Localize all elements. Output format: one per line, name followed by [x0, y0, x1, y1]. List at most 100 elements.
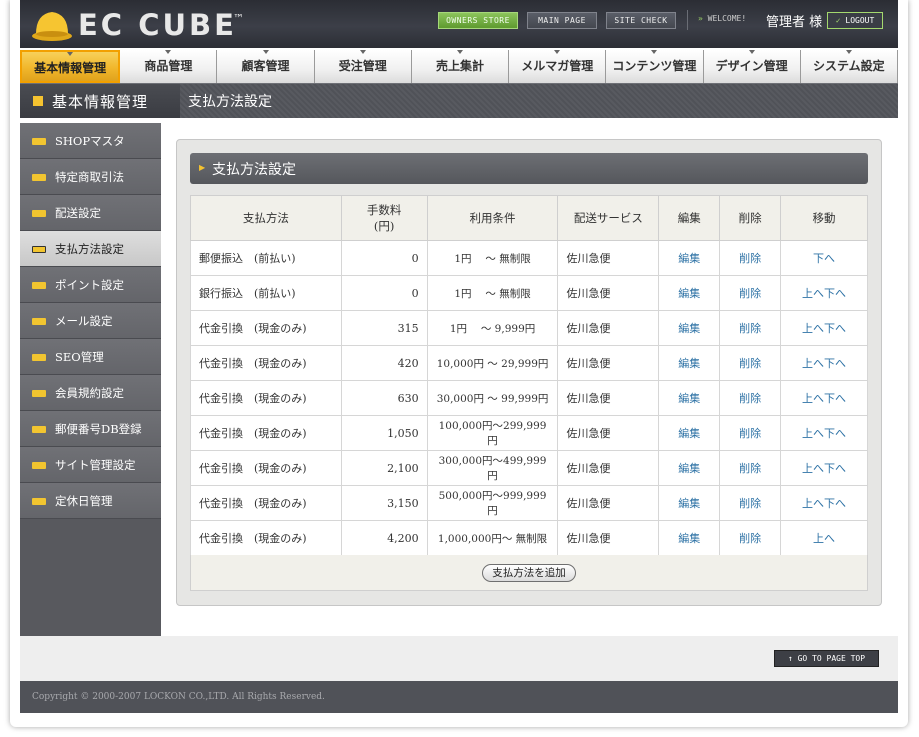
nav-item-system[interactable]: システム設定 [800, 50, 898, 83]
edit-link[interactable]: 編集 [658, 450, 721, 486]
sidebar-item-point[interactable]: ポイント設定 [20, 267, 161, 303]
owners-store-button[interactable]: OWNERS STORE [438, 12, 518, 29]
section-title: 基本情報管理 [52, 93, 149, 111]
header-delete: 削除 [719, 195, 782, 241]
chevron-right-icon: » [698, 14, 703, 23]
go-to-page-top-button[interactable]: ↑ GO TO PAGE TOP [774, 650, 879, 667]
move-cell: 上へ下へ [780, 310, 868, 346]
move-up-link[interactable]: 上へ [802, 357, 824, 370]
footer: Copyright © 2000-2007 LOCKON CO.,LTD. Al… [20, 681, 898, 713]
main-page-button[interactable]: MAIN PAGE [527, 12, 597, 29]
header-method: 支払方法 [190, 195, 342, 241]
site-check-button[interactable]: SITE CHECK [606, 12, 676, 29]
nav-item-mail-magazine[interactable]: メルマガ管理 [509, 50, 607, 83]
move-down-link[interactable]: 下へ [824, 427, 846, 440]
move-down-link[interactable]: 下へ [824, 322, 846, 335]
move-down-link[interactable]: 下へ [824, 357, 846, 370]
arrow-up-icon: ↑ [787, 654, 793, 663]
move-cell: 上へ下へ [780, 275, 868, 311]
move-cell: 上へ [780, 520, 868, 556]
edit-link[interactable]: 編集 [658, 380, 721, 416]
delete-link[interactable]: 削除 [719, 240, 782, 276]
move-up-link[interactable]: 上へ [802, 322, 824, 335]
move-up-link[interactable]: 上へ [802, 287, 824, 300]
move-up-link[interactable]: 上へ [802, 462, 824, 475]
sidebar-item-label: サイト管理設定 [55, 458, 136, 472]
panel-title: 支払方法設定 [212, 162, 296, 178]
sidebar-item-mail[interactable]: メール設定 [20, 303, 161, 339]
delete-link[interactable]: 削除 [719, 485, 782, 521]
move-down-link[interactable]: 下へ [824, 497, 846, 510]
sidebar-item-site-admin[interactable]: サイト管理設定 [20, 447, 161, 483]
move-down-link[interactable]: 下へ [824, 462, 846, 475]
move-up-link[interactable]: 上へ [802, 427, 824, 440]
delete-link[interactable]: 削除 [719, 345, 782, 381]
delete-link[interactable]: 削除 [719, 380, 782, 416]
table-footer: 支払方法を追加 [190, 555, 868, 591]
logo-text[interactable]: EC CUBE [78, 8, 237, 42]
nav-item-basic-info[interactable]: 基本情報管理 [20, 50, 121, 83]
nav-item-sales[interactable]: 売上集計 [411, 50, 510, 83]
method-cell: 代金引換 (現金のみ) [190, 485, 342, 521]
nav-item-customers[interactable]: 顧客管理 [217, 50, 315, 83]
nav-item-products[interactable]: 商品管理 [120, 50, 218, 83]
edit-link[interactable]: 編集 [658, 520, 721, 556]
delete-link[interactable]: 削除 [719, 520, 782, 556]
edit-link[interactable]: 編集 [658, 345, 721, 381]
sidebar-item-tokutei[interactable]: 特定商取引法 [20, 159, 161, 195]
move-down-link[interactable]: 下へ [824, 287, 846, 300]
move-down-link[interactable]: 下へ [824, 392, 846, 405]
move-up-link[interactable]: 上へ [802, 392, 824, 405]
page-bottom-band: ↑ GO TO PAGE TOP [20, 636, 898, 681]
nav-item-contents[interactable]: コンテンツ管理 [606, 50, 704, 83]
folder-icon [32, 318, 46, 325]
folder-icon [32, 462, 46, 469]
logout-label: LOGOUT [845, 16, 875, 25]
folder-icon [32, 246, 46, 253]
sidebar-item-seo[interactable]: SEO管理 [20, 339, 161, 375]
method-cell: 代金引換 (現金のみ) [190, 415, 342, 451]
move-up-link[interactable]: 上へ [802, 497, 824, 510]
square-bullet-icon [33, 96, 43, 106]
sidebar-item-member-terms[interactable]: 会員規約設定 [20, 375, 161, 411]
header-delivery: 配送サービス [557, 195, 660, 241]
header-fee: 手数料 (円) [340, 195, 428, 241]
edit-link[interactable]: 編集 [658, 240, 721, 276]
nav-item-orders[interactable]: 受注管理 [314, 50, 412, 83]
edit-link[interactable]: 編集 [658, 415, 721, 451]
logout-button[interactable]: ✓ LOGOUT [827, 12, 883, 29]
delivery-cell: 佐川急便 [557, 450, 660, 486]
sidebar-item-label: 郵便番号DB登録 [55, 422, 142, 436]
add-payment-method-button[interactable]: 支払方法を追加 [482, 564, 576, 582]
delete-link[interactable]: 削除 [719, 275, 782, 311]
move-cell: 上へ下へ [780, 485, 868, 521]
table-row: 代金引換 (現金のみ) 1,050 100,000円～299,999円 佐川急便 編集削… [190, 415, 868, 451]
sidebar-item-delivery[interactable]: 配送設定 [20, 195, 161, 231]
delete-link[interactable]: 削除 [719, 450, 782, 486]
edit-link[interactable]: 編集 [658, 310, 721, 346]
sidebar: SHOPマスタ 特定商取引法 配送設定 支払方法設定 ポイント設定 メール設定 … [20, 123, 161, 636]
cube-logo-icon[interactable] [30, 6, 74, 42]
header-edit: 編集 [658, 195, 721, 241]
sidebar-item-shop-master[interactable]: SHOPマスタ [20, 123, 161, 159]
sidebar-item-label: SEO管理 [55, 350, 104, 364]
folder-icon [32, 426, 46, 433]
condition-cell: 1円 ～ 無制限 [426, 240, 559, 276]
edit-link[interactable]: 編集 [658, 275, 721, 311]
table-row: 代金引換 (現金のみ) 420 10,000円 ～ 29,999円 佐川急便 編集 削除上… [190, 345, 868, 381]
method-cell: 銀行振込 (前払い) [190, 275, 342, 311]
sidebar-item-payment[interactable]: 支払方法設定 [20, 231, 161, 267]
sidebar-item-holiday[interactable]: 定休日管理 [20, 483, 161, 519]
checkmark-icon: ✓ [835, 16, 841, 25]
header-fee-label: 手数料 [366, 203, 402, 217]
nav-item-design[interactable]: デザイン管理 [703, 50, 801, 83]
sidebar-item-zipcode[interactable]: 郵便番号DB登録 [20, 411, 161, 447]
move-down-link[interactable]: 下へ [813, 252, 835, 265]
move-cell: 上へ下へ [780, 415, 868, 451]
edit-link[interactable]: 編集 [658, 485, 721, 521]
delivery-cell: 佐川急便 [557, 520, 660, 556]
folder-icon [32, 390, 46, 397]
move-up-link[interactable]: 上へ [813, 532, 835, 545]
delete-link[interactable]: 削除 [719, 415, 782, 451]
delete-link[interactable]: 削除 [719, 310, 782, 346]
